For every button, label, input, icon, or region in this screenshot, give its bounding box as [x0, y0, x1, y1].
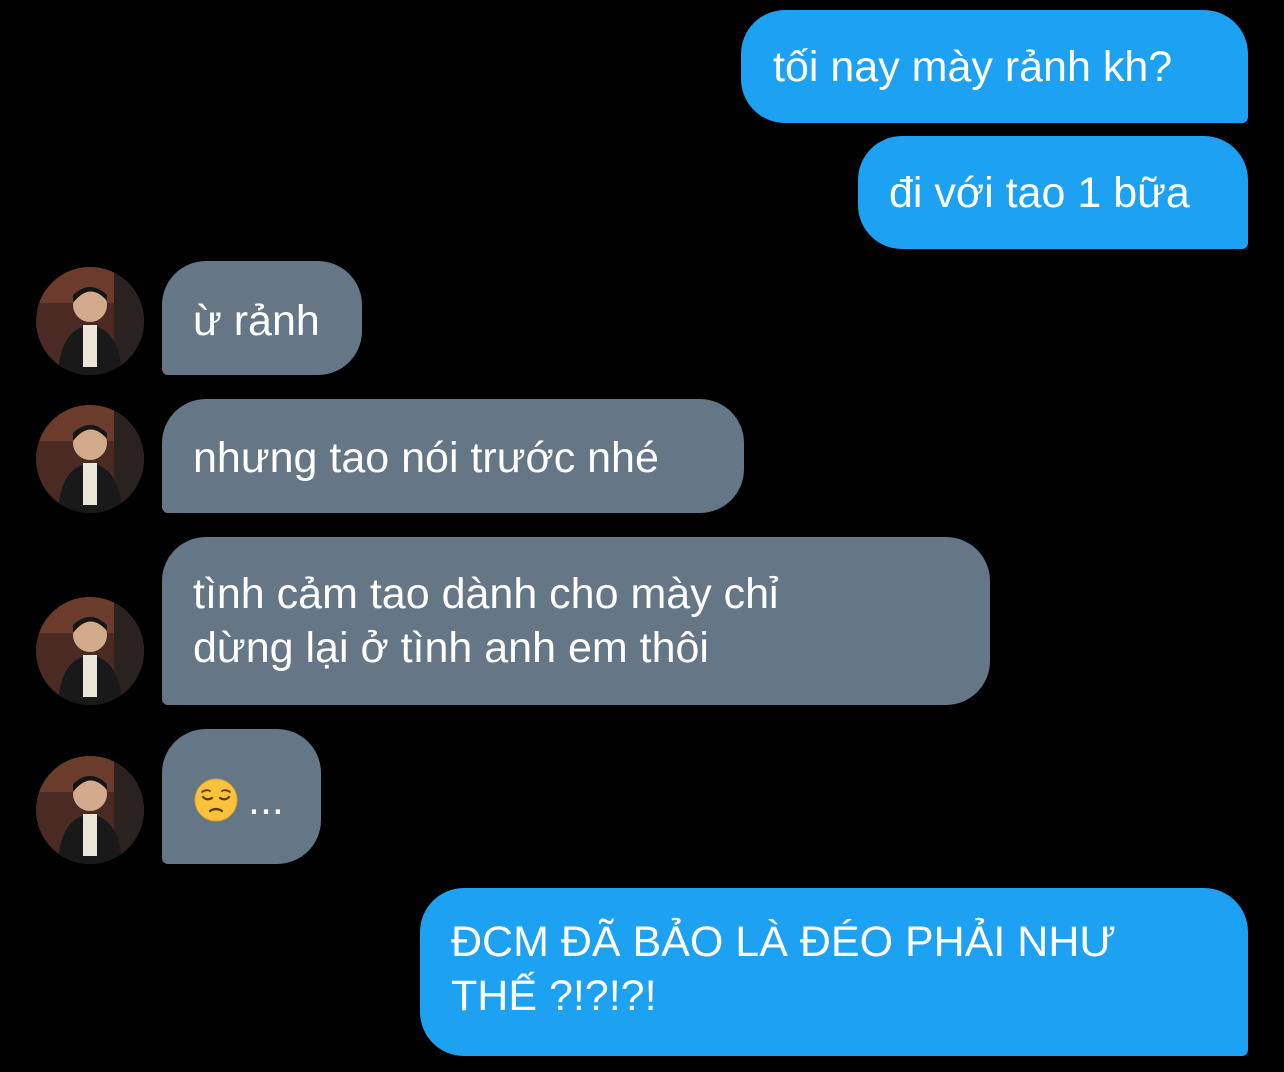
received-message-bubble[interactable]: ... [162, 729, 321, 864]
avatar-image [36, 597, 144, 705]
avatar-image [36, 756, 144, 864]
message-text: ừ rảnh [193, 297, 320, 345]
message-text-line: ĐCM ĐÃ BẢO LÀ ĐÉO PHẢI NHƯ [451, 918, 1117, 966]
received-message-bubble[interactable]: nhưng tao nói trước nhé [162, 399, 744, 513]
avatar-image [36, 405, 144, 513]
avatar-image [36, 267, 144, 375]
contact-avatar[interactable] [36, 756, 144, 864]
message-text-line: tình cảm tao dành cho mày chỉ [193, 570, 779, 618]
message-text: tối nay mày rảnh kh? [773, 43, 1173, 91]
received-message-bubble[interactable]: ừ rảnh [162, 261, 362, 375]
message-text: đi với tao 1 bữa [889, 169, 1190, 217]
contact-avatar[interactable] [36, 597, 144, 705]
message-text: nhưng tao nói trước nhé [193, 434, 659, 482]
sent-message-bubble[interactable]: ĐCM ĐÃ BẢO LÀ ĐÉO PHẢI NHƯ THẾ ?!?!?! [420, 888, 1248, 1056]
sent-message-bubble[interactable]: tối nay mày rảnh kh? [741, 10, 1248, 123]
contact-avatar[interactable] [36, 405, 144, 513]
message-text: ... [248, 776, 284, 824]
message-text-line: THẾ ?!?!?! [451, 972, 657, 1020]
sent-message-bubble[interactable]: đi với tao 1 bữa [858, 136, 1248, 249]
pensive-face-icon [194, 778, 238, 822]
received-message-bubble[interactable]: tình cảm tao dành cho mày chỉ dừng lại ở… [162, 537, 990, 705]
message-text-line: dừng lại ở tình anh em thôi [193, 624, 709, 672]
contact-avatar[interactable] [36, 267, 144, 375]
